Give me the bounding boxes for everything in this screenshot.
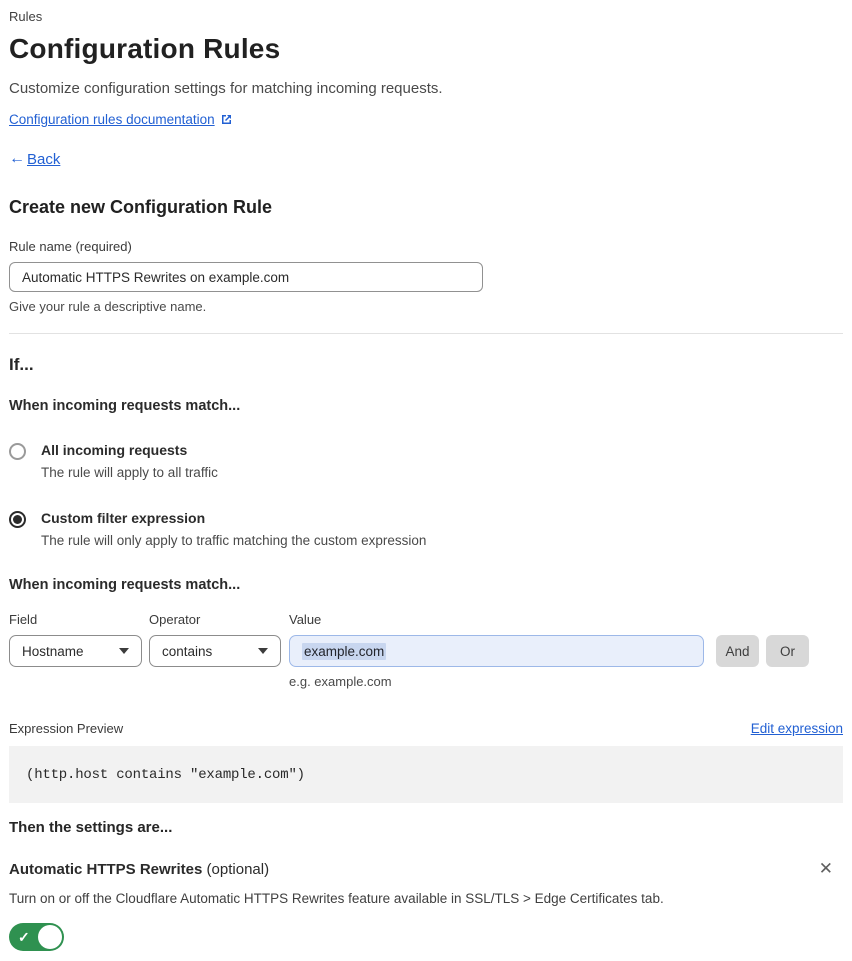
then-heading: Then the settings are... xyxy=(9,819,173,836)
rule-name-help: Give your rule a descriptive name. xyxy=(9,299,207,314)
back-link[interactable]: Back xyxy=(27,151,60,168)
radio-option-custom-filter[interactable]: Custom filter expression The rule will o… xyxy=(9,510,843,549)
field-label: Field xyxy=(9,612,38,627)
field-select-value: Hostname xyxy=(22,643,84,659)
close-icon[interactable]: ✕ xyxy=(809,860,843,877)
chevron-down-icon xyxy=(258,648,268,654)
setting-header: Automatic HTTPS Rewrites (optional) ✕ xyxy=(9,860,843,879)
radio-desc-custom-filter: The rule will only apply to traffic matc… xyxy=(41,533,427,548)
radio-custom-filter[interactable] xyxy=(9,511,26,528)
if-heading: If... xyxy=(9,355,34,374)
toggle-knob xyxy=(38,925,62,949)
or-button[interactable]: Or xyxy=(766,635,809,667)
section-divider xyxy=(9,333,843,334)
setting-title: Automatic HTTPS Rewrites xyxy=(9,861,203,878)
setting-optional-label: (optional) xyxy=(206,861,270,878)
value-input[interactable]: example.com xyxy=(289,635,704,667)
edit-expression-link[interactable]: Edit expression xyxy=(751,721,843,736)
setting-description: Turn on or off the Cloudflare Automatic … xyxy=(9,891,664,906)
operator-label: Operator xyxy=(149,612,201,627)
rule-name-label: Rule name (required) xyxy=(9,239,132,254)
https-rewrites-toggle[interactable]: ✓ xyxy=(9,923,64,951)
expression-preview-label: Expression Preview xyxy=(9,721,124,736)
radio-label-all-incoming: All incoming requests xyxy=(41,442,188,458)
breadcrumb[interactable]: Rules xyxy=(9,9,843,25)
expression-preview-code: (http.host contains "example.com") xyxy=(9,746,843,803)
radio-option-all-incoming[interactable]: All incoming requests The rule will appl… xyxy=(9,442,843,481)
value-help: e.g. example.com xyxy=(289,674,392,689)
field-select[interactable]: Hostname xyxy=(9,635,142,667)
and-button[interactable]: And xyxy=(716,635,759,667)
page-title: Configuration Rules xyxy=(9,33,281,64)
operator-select-value: contains xyxy=(162,643,213,659)
match-heading: When incoming requests match... xyxy=(9,398,241,414)
radio-label-custom-filter: Custom filter expression xyxy=(41,510,206,526)
page-subtitle: Customize configuration settings for mat… xyxy=(9,80,443,97)
configuration-rules-page: Rules Configuration Rules Customize conf… xyxy=(0,0,852,961)
value-input-text: example.com xyxy=(302,642,387,660)
operator-select[interactable]: contains xyxy=(149,635,281,667)
expression-text: (http.host contains "example.com") xyxy=(26,766,305,783)
chevron-down-icon xyxy=(119,648,129,654)
back-arrow-icon: ← xyxy=(9,150,25,167)
expression-builder-heading: When incoming requests match... xyxy=(9,577,241,593)
expression-builder: Field Operator Value Hostname contains e… xyxy=(9,612,843,690)
checkmark-icon: ✓ xyxy=(18,929,30,945)
radio-desc-all-incoming: The rule will apply to all traffic xyxy=(41,465,218,480)
value-label: Value xyxy=(289,612,322,627)
external-link-icon xyxy=(220,114,232,126)
documentation-link-row: Configuration rules documentation xyxy=(9,112,843,127)
expression-preview-row: Expression Preview Edit expression xyxy=(9,721,843,736)
create-rule-heading: Create new Configuration Rule xyxy=(9,197,273,217)
rule-name-input[interactable] xyxy=(9,262,483,292)
radio-all-incoming[interactable] xyxy=(9,443,26,460)
documentation-link[interactable]: Configuration rules documentation xyxy=(9,112,215,127)
back-link-row: ← Back xyxy=(9,150,843,168)
